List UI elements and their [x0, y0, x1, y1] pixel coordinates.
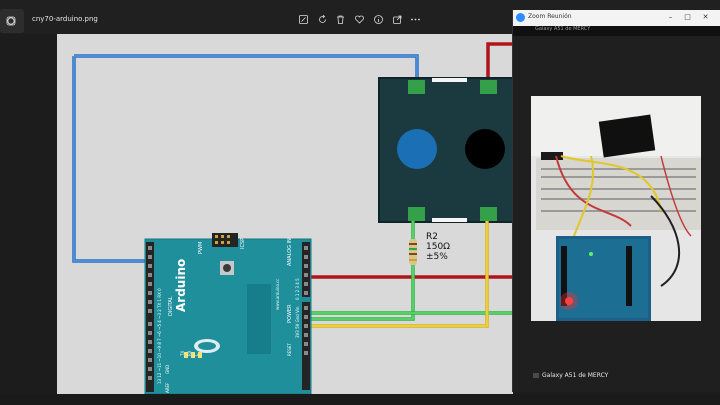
label-analog-pins: 0 1 2 3 4 5 — [295, 278, 300, 300]
participant-video[interactable] — [531, 96, 701, 321]
rotate-icon[interactable] — [317, 14, 328, 25]
label-tx: TX — [180, 350, 185, 356]
close-icon[interactable]: ✕ — [700, 12, 711, 23]
board-url: www.arduino.cc — [275, 278, 280, 310]
board-name: Arduino — [174, 258, 188, 312]
mic-muted-icon — [533, 373, 539, 378]
sensor-emitter — [397, 129, 437, 169]
zoom-window: Zoom Reunión – □ ✕ Galaxy A51 de MERCY G… — [512, 10, 720, 392]
maximize-icon[interactable]: □ — [682, 12, 693, 23]
zoom-logo-icon — [516, 13, 525, 22]
file-name: cny70-arduino.png — [32, 15, 98, 23]
circuit-diagram — [72, 42, 513, 394]
label-reset: RESET — [287, 343, 292, 356]
label-l: L — [194, 353, 199, 356]
label-digital-pins: 13 12 ~11 ~10 ~9 8 7 ~6 ~5 4 ~3 2 TX 1 R… — [157, 288, 162, 384]
zoom-top-strip: Galaxy A51 de MERCY — [513, 26, 720, 36]
zoom-window-title: Zoom Reunión — [528, 13, 572, 20]
info-icon[interactable] — [373, 14, 384, 25]
more-icon[interactable] — [410, 14, 421, 25]
camera-feed — [531, 96, 701, 321]
circuit-image[interactable]: R2 150Ω ±5% Arduino www.arduino.cc DIGIT… — [57, 34, 513, 394]
minimize-icon[interactable]: – — [665, 12, 676, 23]
resistor-tolerance: ±5% — [426, 252, 448, 262]
label-icsp: ICSP — [240, 237, 246, 249]
trash-icon[interactable] — [335, 14, 346, 25]
photos-logo-icon — [6, 16, 16, 26]
photos-bottom-bar — [0, 394, 720, 405]
heart-icon[interactable] — [354, 14, 365, 25]
share-icon[interactable] — [392, 14, 403, 25]
label-aref: AREF — [165, 382, 170, 393]
label-pwm: PWM — [198, 241, 204, 254]
label-power: POWER — [287, 304, 293, 323]
resistor-r2 — [409, 239, 417, 265]
resistor-value: 150Ω — [426, 242, 451, 252]
zoom-titlebar: Zoom Reunión – □ ✕ — [513, 10, 720, 26]
label-rx: RX — [187, 350, 192, 356]
label-gnd: GND — [165, 364, 170, 374]
resistor-name: R2 — [426, 232, 438, 242]
zoom-top-text: Galaxy A51 de MERCY — [535, 26, 591, 32]
photos-app-icon[interactable] — [0, 9, 24, 33]
edit-image-icon[interactable] — [298, 14, 309, 25]
participant-name: Galaxy A51 de MERCY — [542, 372, 609, 379]
label-power-pins: 3V3 5V Gnd Vin — [295, 306, 300, 338]
sensor-receiver — [465, 129, 505, 169]
label-analog-in: ANALOG IN — [287, 238, 293, 266]
label-digital: DIGITAL — [168, 296, 174, 316]
